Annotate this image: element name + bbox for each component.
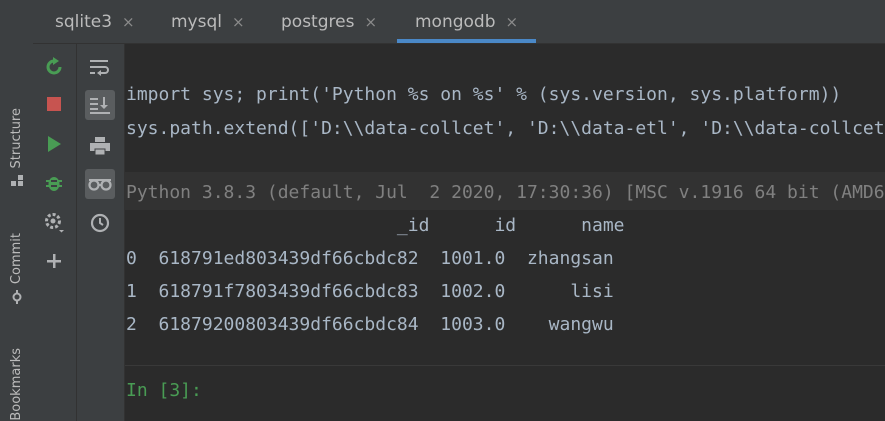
commit-tab-label: Commit <box>9 233 24 285</box>
debug-icon <box>46 177 62 191</box>
structure-tab-label: Structure <box>9 108 24 169</box>
tab-label: mongodb <box>415 11 496 32</box>
close-icon[interactable]: × <box>506 13 519 31</box>
table-row: 0 618791ed803439df66cbdc82 1001.0 zhangs… <box>126 248 614 269</box>
debug-button[interactable] <box>39 168 69 198</box>
table-row: 2 61879200803439df66cbdc84 1003.0 wangwu <box>126 314 614 335</box>
add-button[interactable] <box>39 246 69 276</box>
rerun-icon <box>46 57 62 75</box>
console-tab-bar: sqlite3 × mysql × postgres × mongodb × <box>33 0 885 44</box>
table-row: 1 618791f7803439df66cbdc83 1002.0 lisi <box>126 281 614 302</box>
history-button[interactable] <box>85 208 115 238</box>
divider <box>125 365 885 366</box>
structure-tab[interactable]: Structure <box>0 108 33 188</box>
soft-wrap-icon <box>90 60 109 76</box>
tab-label: mysql <box>171 11 222 32</box>
python-console[interactable]: import sys; print('Python %s on %s' % (s… <box>125 44 885 421</box>
tab-postgres[interactable]: postgres × <box>281 0 377 43</box>
tab-mongodb[interactable]: mongodb × <box>397 0 537 43</box>
settings-icon <box>45 213 64 233</box>
run-toolbar <box>33 44 77 421</box>
close-icon[interactable]: × <box>232 13 245 31</box>
bookmarks-tab[interactable]: Bookmarks <box>0 348 33 421</box>
stop-icon <box>47 97 61 111</box>
python-version-banner: Python 3.8.3 (default, Jul 2 2020, 17:30… <box>126 182 885 203</box>
stop-button[interactable] <box>39 89 69 119</box>
code-line: sys.path.extend(['D:\\data-collcet', 'D:… <box>126 118 885 139</box>
console-toolbar <box>77 44 125 421</box>
close-icon[interactable]: × <box>122 13 135 31</box>
table-header: _id id name <box>126 215 625 236</box>
print-icon <box>90 137 110 156</box>
scroll-to-end-button[interactable] <box>85 90 115 120</box>
code-line: import sys; print('Python %s on %s' % (s… <box>126 84 842 105</box>
tab-label: sqlite3 <box>55 11 113 32</box>
commit-tab[interactable]: Commit <box>0 233 33 305</box>
soft-wrap-button[interactable] <box>85 52 115 82</box>
close-icon[interactable]: × <box>364 13 377 31</box>
show-variables-icon <box>88 179 112 191</box>
print-button[interactable] <box>85 131 115 161</box>
add-icon <box>47 254 61 268</box>
tab-label: postgres <box>281 11 355 32</box>
commit-icon <box>12 290 21 305</box>
run-button[interactable] <box>39 129 69 159</box>
structure-icon <box>10 175 23 187</box>
tab-sqlite3[interactable]: sqlite3 × <box>55 0 135 43</box>
input-prompt[interactable]: In [3]: <box>126 380 202 402</box>
rerun-button[interactable] <box>39 52 69 82</box>
left-tool-strip: Structure Commit Bookmarks <box>0 0 34 421</box>
tab-mysql[interactable]: mysql × <box>171 0 245 43</box>
bookmarks-tab-label: Bookmarks <box>9 348 24 421</box>
settings-button[interactable] <box>39 207 69 237</box>
scroll-to-end-icon <box>90 97 110 114</box>
run-icon <box>48 136 61 152</box>
show-variables-button[interactable] <box>85 169 115 199</box>
history-icon <box>90 213 110 233</box>
